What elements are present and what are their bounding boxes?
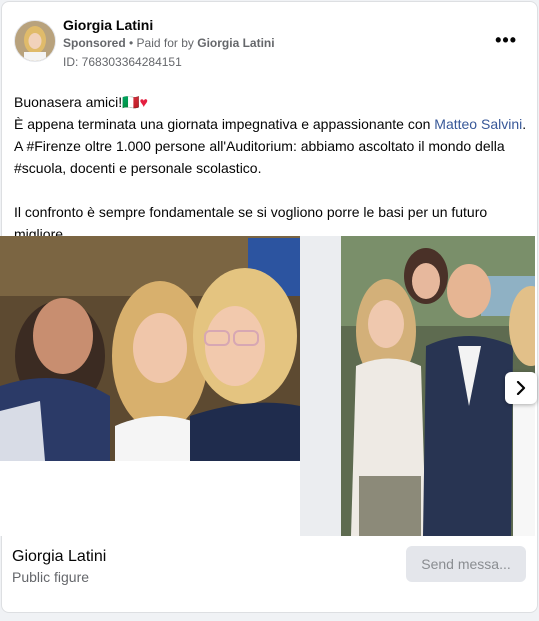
sponsored-meta: Sponsored • Paid for by Giorgia Latini [63,36,275,50]
post-line: Buonasera amici!🇮🇹♥ [14,91,529,113]
footer-category: Public figure [12,569,90,585]
page-name[interactable]: Giorgia Latini [63,17,153,33]
mention-link[interactable]: Matteo Salvini [434,116,522,132]
post-line: #scuola, docenti e personale scolastico. [14,160,262,176]
avatar[interactable] [14,20,56,62]
send-message-button[interactable]: Send messa... [406,546,526,582]
paid-by[interactable]: Giorgia Latini [197,36,274,50]
carousel-image-1[interactable] [0,236,300,461]
carousel-next-button[interactable] [505,372,537,404]
post-line: A #Firenze oltre 1.000 persone all'Audit… [14,138,505,154]
image-carousel [0,236,535,536]
chevron-right-icon [516,381,526,395]
post-text-span: È appena terminata una giornata impegnat… [14,116,435,132]
post-line: È appena terminata una giornata impegnat… [14,113,529,135]
flag-emoji: 🇮🇹 [122,94,140,110]
greeting-text: Buonasera amici! [14,94,123,110]
post-text: Buonasera amici!🇮🇹♥ È appena terminata u… [14,91,529,245]
post-text-span: . [522,116,527,132]
post-line: Il confronto è sempre fondamentale se si… [14,204,488,220]
more-horizontal-icon[interactable]: ••• [495,30,517,51]
footer-page-name[interactable]: Giorgia Latini [12,548,106,566]
paid-prefix: • Paid for by [125,36,198,50]
ad-id: ID: 768303364284151 [63,55,182,69]
carousel-gap [300,236,341,536]
sponsored-label: Sponsored [63,36,126,50]
heart-icon: ♥ [139,94,148,110]
